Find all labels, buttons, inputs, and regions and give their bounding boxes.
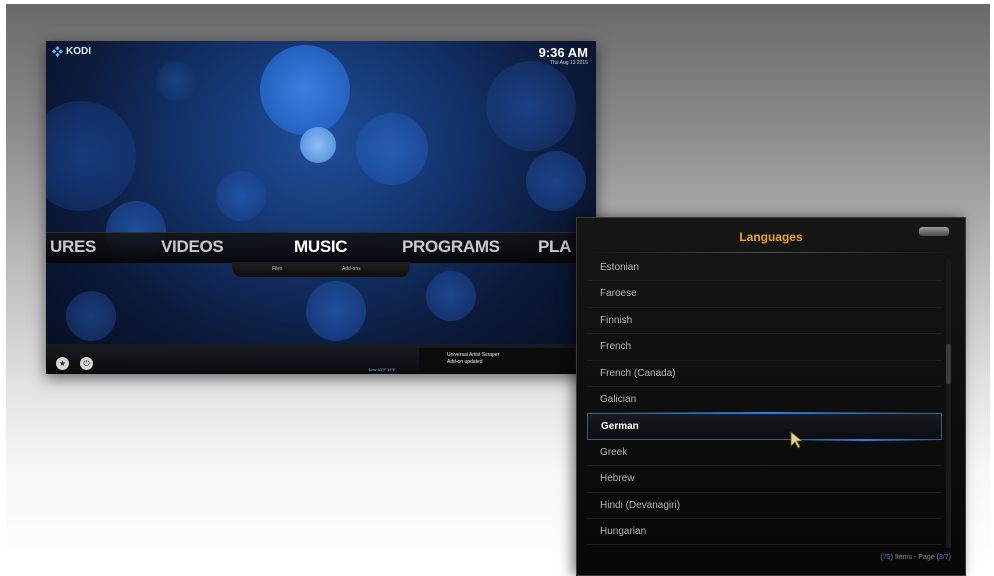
power-icon[interactable]: ⏻ — [80, 357, 93, 370]
item-count: 75 — [882, 554, 891, 561]
title-divider — [587, 252, 955, 253]
kodi-logo: KODI — [52, 46, 91, 57]
languages-dialog: Languages Estonian Faroese Finnish Frenc… — [576, 217, 966, 576]
favourites-star-icon[interactable]: ★ — [56, 357, 69, 370]
list-item[interactable]: French (Canada) — [587, 361, 942, 387]
list-item[interactable]: Finnish — [587, 308, 942, 335]
addon-notification-title: Universal Artist Scraper — [447, 352, 500, 358]
list-item[interactable]: Hebrew — [587, 466, 942, 493]
list-item[interactable]: Hindi (Devanagiri) — [587, 493, 942, 519]
menu-item-programs[interactable]: PROGRAMS — [402, 237, 500, 257]
menu-item-playlists[interactable]: PLA — [538, 237, 571, 257]
language-list: Estonian Faroese Finnish French French (… — [587, 255, 942, 546]
scrollbar-thumb[interactable] — [946, 344, 951, 384]
list-item[interactable]: Galician — [587, 387, 942, 414]
list-scrollbar[interactable] — [946, 258, 951, 548]
menu-item-videos[interactable]: VIDEOS — [161, 237, 224, 257]
submenu-files[interactable]: Files — [272, 266, 283, 272]
page-indicator: 3/7 — [938, 554, 949, 561]
menu-item-music[interactable]: MUSIC — [294, 237, 348, 257]
menu-item-pictures[interactable]: URES — [50, 237, 96, 257]
music-submenu: Files Add-ons — [232, 262, 410, 277]
addon-update-notification: Universal Artist Scraper Add-on updated — [419, 348, 574, 374]
list-item[interactable]: Estonian — [587, 255, 942, 282]
home-menu-bar: URES VIDEOS MUSIC PROGRAMS PLA — [46, 232, 596, 263]
list-item[interactable]: Greek — [587, 440, 942, 467]
kodi-logo-icon — [52, 46, 63, 57]
list-item[interactable]: Faroese — [587, 281, 942, 308]
list-footer: (75) Items - Page (3/7) — [880, 554, 951, 561]
list-item[interactable]: French — [587, 334, 942, 361]
bottom-bar: ★ ⏻ Low 40°F 19°F Universal Artist Scrap… — [46, 344, 596, 374]
clock: 9:36 AM Thu Aug 13 2015 — [539, 45, 588, 66]
items-page-text: Items - Page — [893, 554, 937, 561]
list-item-selected[interactable]: German — [587, 412, 942, 442]
submenu-addons[interactable]: Add-ons — [342, 266, 361, 272]
weather-text: Low 40°F 19°F — [369, 367, 396, 372]
clock-time: 9:36 AM — [538, 45, 588, 60]
mouse-pointer-icon — [790, 431, 804, 449]
kodi-logo-text: KODI — [66, 46, 91, 57]
addon-notification-subtitle: Add-on updated — [447, 359, 483, 365]
clock-date: Thu Aug 13 2015 — [549, 60, 588, 66]
dialog-close-button[interactable] — [919, 227, 949, 236]
kodi-home-window: KODI 9:36 AM Thu Aug 13 2015 URES VIDEOS… — [46, 41, 596, 374]
list-item[interactable]: Hungarian — [587, 519, 942, 546]
dialog-title: Languages — [739, 230, 803, 244]
